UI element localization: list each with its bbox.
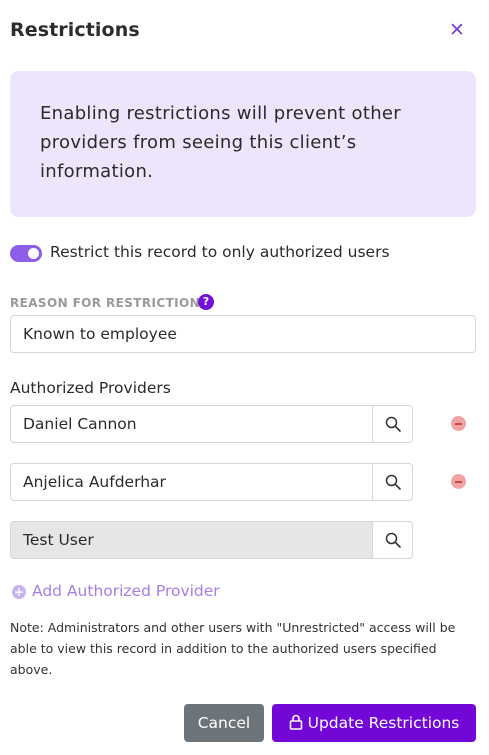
- search-icon: [385, 416, 401, 432]
- toggle-knob: [28, 248, 39, 259]
- remove-provider-icon[interactable]: [451, 474, 466, 489]
- question-icon[interactable]: ?: [198, 294, 214, 310]
- dialog-title: Restrictions: [10, 19, 140, 41]
- lock-icon: [289, 714, 302, 730]
- provider-input[interactable]: Anjelica Aufderhar: [10, 463, 373, 501]
- restriction-note: Note: Administrators and other users wit…: [10, 620, 456, 677]
- restrict-toggle-label: Restrict this record to only authorized …: [50, 243, 390, 261]
- provider-input: Test User: [10, 521, 373, 559]
- provider-search-button[interactable]: [372, 463, 413, 501]
- close-icon[interactable]: ✕: [447, 20, 467, 40]
- provider-search-button[interactable]: [372, 405, 413, 443]
- add-authorized-provider-label: Add Authorized Provider: [32, 582, 220, 600]
- reason-input[interactable]: Known to employee: [10, 315, 476, 353]
- remove-provider-icon[interactable]: [451, 416, 466, 431]
- authorized-providers-label: Authorized Providers: [10, 379, 171, 397]
- search-icon: [385, 474, 401, 490]
- alert-text: Enabling restrictions will prevent other…: [40, 103, 402, 182]
- reason-label: REASON FOR RESTRICTION: [10, 296, 201, 310]
- update-restrictions-button[interactable]: Update Restrictions: [272, 704, 476, 742]
- update-restrictions-label: Update Restrictions: [307, 714, 460, 732]
- info-alert: Enabling restrictions will prevent other…: [10, 71, 476, 217]
- cancel-button[interactable]: Cancel: [184, 704, 264, 742]
- provider-input[interactable]: Daniel Cannon: [10, 405, 373, 443]
- plus-icon: +: [12, 585, 26, 599]
- restrict-toggle[interactable]: [10, 245, 42, 262]
- search-icon: [385, 532, 401, 548]
- provider-search-button[interactable]: [372, 521, 413, 559]
